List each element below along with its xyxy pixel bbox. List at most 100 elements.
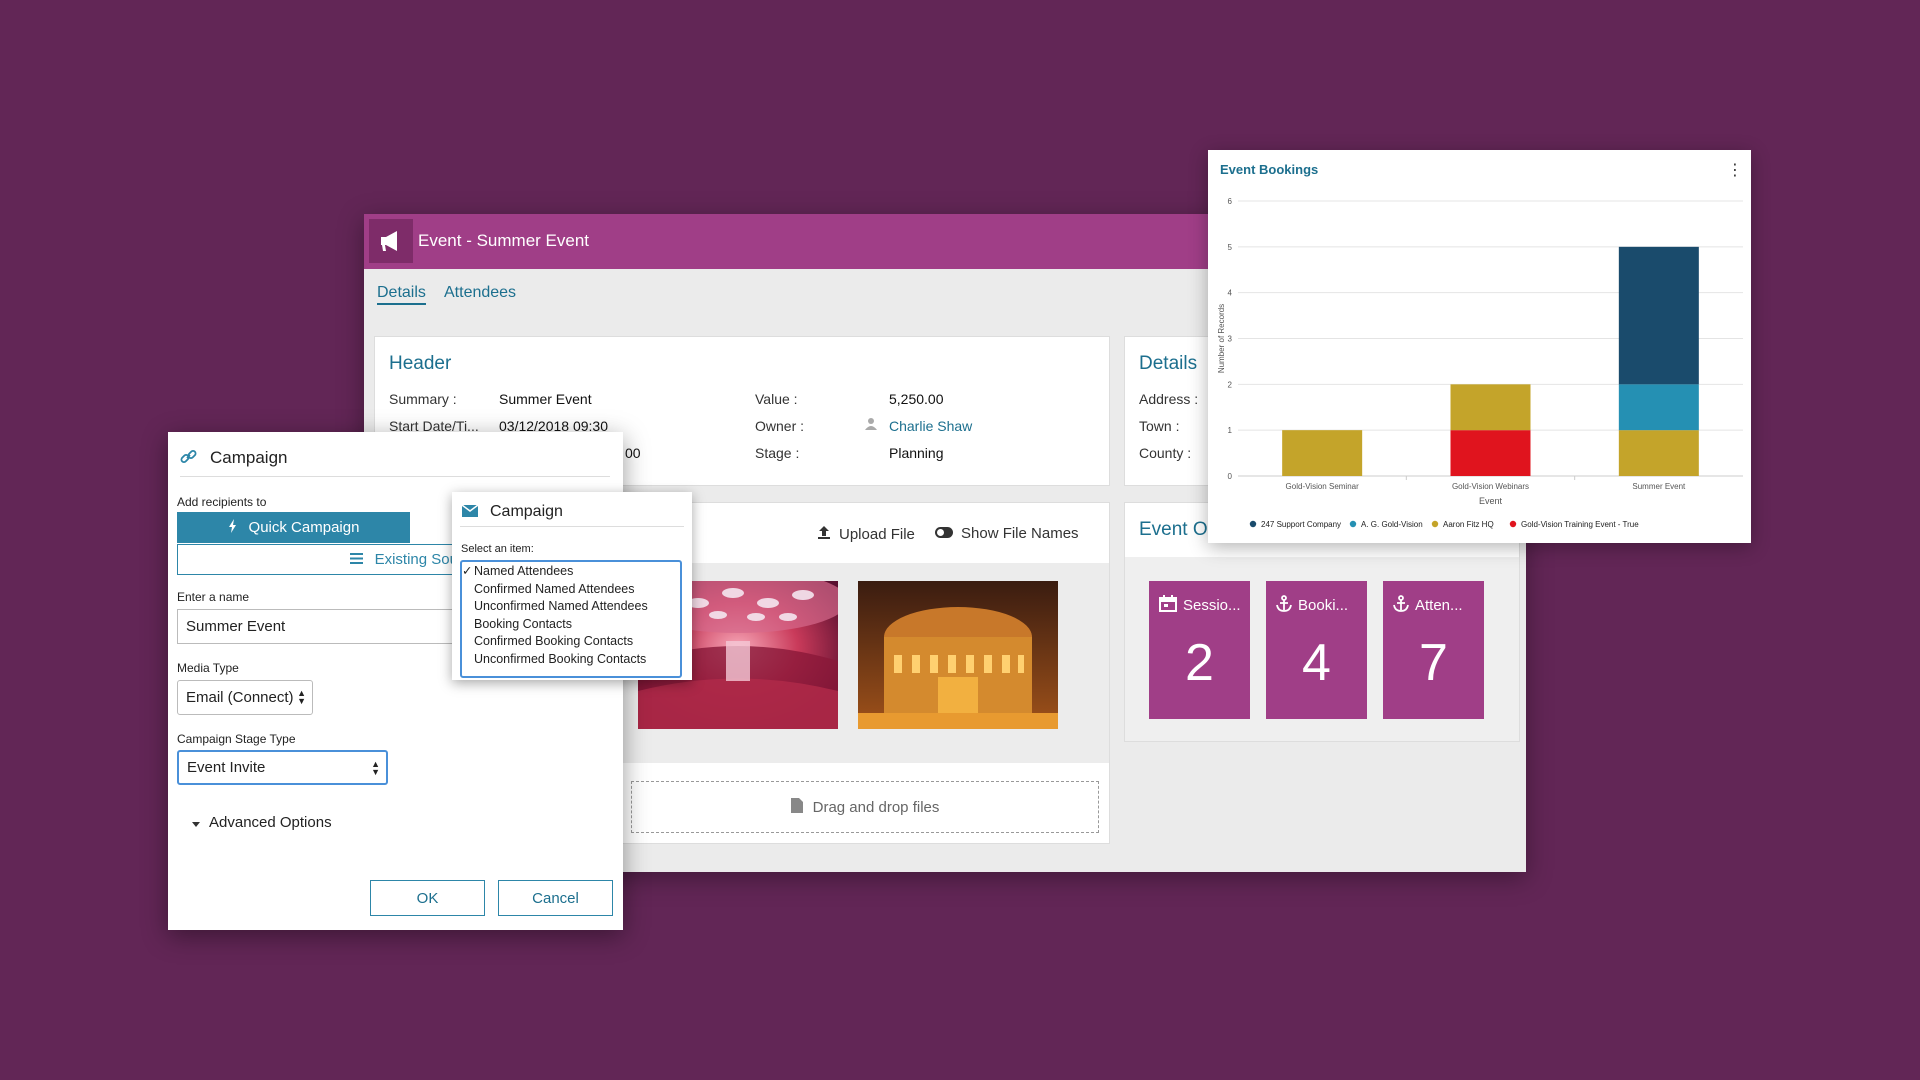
- cancel-button[interactable]: Cancel: [498, 880, 613, 916]
- bar-segment: [1450, 384, 1531, 431]
- link-icon: [180, 448, 197, 470]
- media-type-select[interactable]: Email (Connect) ▲ ▼: [177, 680, 313, 715]
- summary-value: Summer Event: [499, 391, 592, 407]
- bookings-tile-label: Booki...: [1298, 597, 1349, 614]
- show-file-names-toggle[interactable]: Show File Names: [935, 525, 1079, 542]
- y-axis-title: Number of Records: [1217, 304, 1226, 373]
- stage-type-value: Event Invite: [187, 759, 266, 776]
- x-axis-title: Event: [1479, 496, 1503, 506]
- upload-icon: [817, 525, 831, 544]
- upload-file-label: Upload File: [839, 526, 915, 543]
- lightning-icon: [228, 518, 237, 537]
- campaign-dialog-title: Campaign: [210, 448, 288, 467]
- list-item-label: Named Attendees: [474, 564, 574, 578]
- x-tick-label: Gold-Vision Webinars: [1452, 482, 1529, 491]
- y-tick-label: 2: [1228, 380, 1233, 389]
- more-options-icon[interactable]: ⋮: [1727, 160, 1743, 180]
- attendees-tile-label: Atten...: [1415, 597, 1463, 614]
- sessions-count: 2: [1185, 634, 1214, 692]
- owner-link[interactable]: Charlie Shaw: [889, 418, 972, 434]
- media-type-label: Media Type: [177, 661, 239, 675]
- bookings-tile[interactable]: Booki... 4: [1266, 581, 1367, 719]
- list-item[interactable]: Confirmed Named Attendees: [462, 581, 680, 599]
- list-item[interactable]: Booking Contacts: [462, 616, 680, 634]
- quick-campaign-label: Quick Campaign: [248, 519, 360, 536]
- bar-segment: [1282, 430, 1363, 476]
- list-item-label: Confirmed Booking Contacts: [474, 634, 634, 649]
- y-tick-label: 3: [1228, 335, 1233, 344]
- y-tick-label: 1: [1228, 426, 1233, 435]
- toggle-icon: [935, 525, 953, 542]
- list-item-label: Unconfirmed Named Attendees: [474, 599, 648, 614]
- anchor-icon: [1393, 595, 1409, 616]
- advanced-options-toggle[interactable]: Advanced Options: [192, 814, 332, 831]
- megaphone-icon: [369, 219, 413, 263]
- bar-segment: [1450, 430, 1531, 476]
- summary-label: Summary :: [389, 391, 457, 407]
- event-bookings-chart: 0 1 2 3 4 5 6 Gold-Vision Seminar Gold-Vision We…: [1217, 197, 1743, 529]
- list-item-label: Unconfirmed Booking Contacts: [474, 651, 647, 666]
- name-label: Enter a name: [177, 590, 250, 604]
- list-item[interactable]: Confirmed Booking Contacts: [462, 633, 680, 651]
- bar-segment: [1618, 246, 1699, 385]
- x-tick-label: Gold-Vision Seminar: [1286, 482, 1360, 491]
- attendees-tile[interactable]: Atten... 7: [1383, 581, 1484, 719]
- royal-albert-hall-photo[interactable]: [858, 581, 1058, 729]
- upload-file-button[interactable]: Upload File: [817, 525, 915, 544]
- county-label: County :: [1139, 445, 1192, 461]
- legend-marker: [1249, 520, 1257, 528]
- media-type-value: Email (Connect): [186, 689, 294, 706]
- person-icon: [864, 417, 878, 436]
- show-file-names-label: Show File Names: [961, 525, 1079, 542]
- dialog-divider: [180, 476, 610, 477]
- tab-details[interactable]: Details: [377, 284, 426, 305]
- header-panel-title: Header: [389, 353, 452, 374]
- anchor-icon: [1276, 595, 1292, 616]
- ok-button[interactable]: OK: [370, 880, 485, 916]
- event-bookings-chart-window: Event Bookings ⋮ 0 1 2 3 4 5 6 Gold-Vision Semi…: [1208, 150, 1751, 543]
- y-tick-label: 0: [1228, 472, 1233, 481]
- list-item[interactable]: ✓ Named Attendees: [462, 563, 680, 581]
- list-item[interactable]: Unconfirmed Named Attendees: [462, 598, 680, 616]
- bar-segment: [1618, 430, 1699, 476]
- popup-divider: [460, 526, 684, 527]
- legend-label: A. G. Gold-Vision: [1361, 520, 1423, 529]
- popup-title: Campaign: [490, 503, 563, 520]
- list-icon: [349, 551, 363, 568]
- campaign-stage-type-select[interactable]: Event Invite ▲ ▼: [177, 750, 388, 785]
- legend-marker: [1509, 520, 1517, 528]
- end-date-value: 00: [625, 445, 641, 461]
- y-tick-label: 6: [1228, 197, 1233, 206]
- owner-label: Owner :: [755, 418, 805, 434]
- list-item-label: Booking Contacts: [474, 616, 572, 631]
- list-item-label: Confirmed Named Attendees: [474, 581, 635, 596]
- quick-campaign-button[interactable]: Quick Campaign: [177, 512, 410, 543]
- legend-label: Gold-Vision Training Event - True: [1521, 520, 1639, 529]
- add-recipients-label: Add recipients to: [177, 495, 267, 509]
- tab-attendees[interactable]: Attendees: [444, 284, 516, 302]
- y-tick-label: 4: [1228, 289, 1233, 298]
- file-icon: [790, 797, 803, 817]
- details-panel-title: Details: [1139, 353, 1198, 374]
- value-label: Value :: [755, 391, 798, 407]
- recipient-list-box[interactable]: ✓ Named Attendees Confirmed Named Attendee…: [460, 560, 682, 678]
- list-item[interactable]: Unconfirmed Booking Contacts: [462, 651, 680, 669]
- select-item-label: Select an item:: [461, 543, 534, 555]
- select-item-popup: Campaign Select an item: ✓ Named Attendee…: [452, 492, 692, 680]
- legend-marker: [1431, 520, 1439, 528]
- chart-title: Event Bookings: [1220, 162, 1319, 177]
- y-tick-label: 5: [1228, 243, 1233, 252]
- caret-down-icon: [192, 814, 200, 831]
- attendees-count: 7: [1419, 634, 1448, 692]
- legend-label: 247 Support Company: [1261, 520, 1341, 529]
- drag-and-drop-zone[interactable]: Drag and drop files: [631, 781, 1099, 833]
- event-title: Event - Summer Event: [418, 231, 590, 250]
- stage-label: Stage :: [755, 445, 800, 461]
- sessions-tile[interactable]: Sessio... 2: [1149, 581, 1250, 719]
- x-tick-label: Summer Event: [1632, 482, 1686, 491]
- bar-segment: [1618, 384, 1699, 431]
- calendar-icon: [1159, 595, 1177, 616]
- town-label: Town :: [1139, 418, 1180, 434]
- stage-value: Planning: [889, 445, 944, 461]
- dropzone-label: Drag and drop files: [812, 798, 940, 816]
